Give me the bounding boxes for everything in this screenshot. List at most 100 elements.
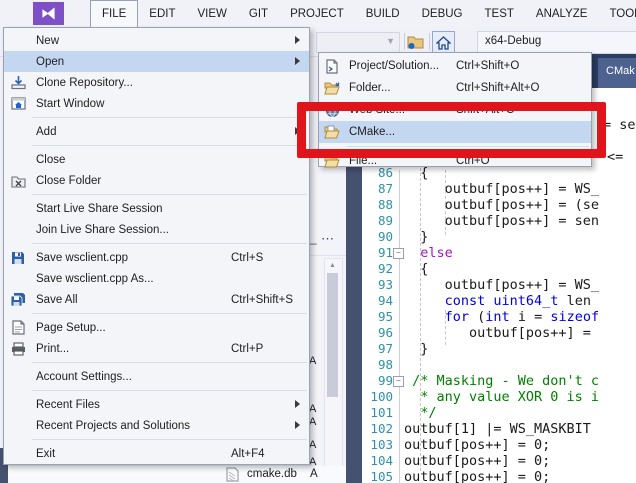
- scrollbar-thumb[interactable]: [327, 273, 338, 397]
- menu-item-account-settings[interactable]: Account Settings...: [4, 366, 309, 387]
- project-solution-icon: [319, 59, 345, 74]
- save-icon: [4, 251, 32, 265]
- code-text: outbuf[pos++] = sen: [404, 213, 599, 229]
- git-status-badge: A: [309, 403, 316, 415]
- line-number: 90: [362, 229, 393, 245]
- line-number: 98: [362, 357, 393, 373]
- menu-item-save-wsclient-cpp-as[interactable]: Save wsclient.cpp As...: [4, 268, 309, 289]
- code-line-98: 98: [362, 357, 636, 373]
- code-line-87: 87 outbuf[pos++] = WS_: [362, 181, 636, 197]
- fold-collapse-button[interactable]: −: [393, 376, 404, 387]
- code-text: /* Masking - We don't c: [404, 373, 599, 389]
- menu-item-start-window[interactable]: Start Window: [4, 93, 309, 114]
- menu-bar-item-git[interactable]: GIT: [238, 0, 279, 27]
- menu-separator: [32, 243, 307, 244]
- menu-bar-item-file[interactable]: FILE: [90, 0, 138, 27]
- menu-item-close[interactable]: Close: [4, 149, 309, 170]
- code-text: else: [404, 245, 453, 261]
- menu-bar-item-project[interactable]: PROJECT: [279, 0, 355, 27]
- menu-bar-item-debug[interactable]: DEBUG: [411, 0, 474, 27]
- menu-item-start-live-share-session[interactable]: Start Live Share Session: [4, 198, 309, 219]
- menu-item-label: Folder...: [349, 82, 391, 94]
- menu-item-save-wsclient-cpp[interactable]: Save wsclient.cppCtrl+S: [4, 247, 309, 268]
- panel-header-divider: [310, 255, 346, 256]
- menu-item-label: Recent Projects and Solutions: [36, 420, 190, 432]
- menu-bar-item-test[interactable]: TEST: [474, 0, 525, 27]
- menu-item-folder[interactable]: Folder... Ctrl+Shift+Alt+O: [319, 77, 591, 99]
- menu-item-shortcut: Ctrl+Shift+Alt+O: [456, 82, 539, 94]
- code-text: outbuf[pos++] = 0;: [404, 453, 550, 469]
- menu-item-project-solution[interactable]: Project/Solution...Ctrl+Shift+O: [319, 55, 591, 77]
- menu-item-close-folder[interactable]: Close Folder: [4, 170, 309, 191]
- home-icon: [436, 36, 451, 50]
- menu-item-print[interactable]: Print...Ctrl+P: [4, 338, 309, 359]
- page-setup-icon: [4, 320, 32, 335]
- git-status-badge: A: [309, 355, 316, 367]
- code-line-104: 104outbuf[pos++] = 0;: [362, 453, 636, 469]
- menu-item-recent-projects-and-solutions[interactable]: Recent Projects and Solutions: [4, 415, 309, 436]
- scrollbar-up-arrow-icon[interactable]: ▲: [329, 262, 336, 269]
- line-number: 93: [362, 277, 393, 293]
- visual-studio-logo-icon: [33, 2, 64, 25]
- panel-header-glyph: –: [310, 236, 317, 250]
- code-text: for (int i = sizeof: [404, 309, 599, 325]
- menu-separator: [32, 117, 307, 118]
- code-text: }: [404, 229, 428, 245]
- menu-item-label: Start Window: [36, 98, 104, 110]
- code-line-96: 96 outbuf[pos++] =: [362, 325, 636, 341]
- menu-bar-item-analyze[interactable]: ANALYZE: [525, 0, 599, 27]
- menu-item-page-setup[interactable]: Page Setup...: [4, 317, 309, 338]
- solution-explorer-scrollbar[interactable]: ▲: [324, 258, 343, 483]
- menu-bar-item-tools[interactable]: TOOLS: [598, 0, 636, 27]
- chevron-down-icon: ▼: [386, 36, 395, 46]
- partial-code-fragment: <=: [607, 149, 631, 165]
- git-status-badge: A: [309, 416, 316, 428]
- code-text: outbuf[pos++] =: [404, 325, 591, 341]
- menu-bar-item-build[interactable]: BUILD: [355, 0, 411, 27]
- configuration-dropdown[interactable]: x64-Debug: [477, 31, 636, 54]
- menu-item-new[interactable]: New: [4, 30, 309, 51]
- open-folder-toolbar-icon[interactable]: [407, 33, 425, 50]
- annotation-highlight-box: [297, 102, 606, 158]
- tree-item-cmake-db[interactable]: cmake.db A: [8, 466, 346, 483]
- submenu-arrow-icon: [295, 421, 300, 429]
- home-button[interactable]: [432, 31, 455, 54]
- print-icon: [4, 342, 32, 356]
- menu-bar-item-view[interactable]: VIEW: [187, 0, 238, 27]
- code-line-101: 101 */: [362, 405, 636, 421]
- menu-bar-item-edit[interactable]: EDIT: [138, 0, 186, 27]
- menu-item-recent-files[interactable]: Recent Files: [4, 394, 309, 415]
- tab-cmake[interactable]: CMak: [598, 58, 636, 88]
- overflow-menu-icon[interactable]: ⋯: [321, 231, 335, 247]
- partial-code-fragment: = sen: [603, 117, 636, 133]
- open-folder-icon: [319, 81, 345, 95]
- code-line-88: 88 outbuf[pos++] = (se: [362, 197, 636, 213]
- menu-item-join-live-share-session[interactable]: Join Live Share Session...: [4, 219, 309, 240]
- fold-collapse-button[interactable]: −: [393, 248, 404, 259]
- code-line-97: 97 }: [362, 341, 636, 357]
- code-line-102: 102outbuf[1] |= WS_MASKBIT: [362, 421, 636, 437]
- menu-separator: [32, 194, 307, 195]
- line-number: 95: [362, 309, 393, 325]
- code-text: outbuf[1] |= WS_MASKBIT: [404, 421, 591, 437]
- line-number: 100: [362, 389, 393, 405]
- menu-item-exit[interactable]: ExitAlt+F4: [4, 443, 309, 464]
- menu-item-save-all[interactable]: Save AllCtrl+Shift+S: [4, 289, 309, 310]
- line-number: 105: [362, 469, 393, 483]
- solution-explorer-bottom: cmake.db A: [8, 466, 346, 483]
- code-text: {: [404, 261, 428, 277]
- line-number: 92: [362, 261, 393, 277]
- code-text: }: [404, 341, 428, 357]
- toolbar-separator: [429, 33, 430, 50]
- menu-item-open[interactable]: Open: [4, 51, 309, 72]
- code-line-100: 100 * any value XOR 0 is i: [362, 389, 636, 405]
- menu-item-label: Page Setup...: [36, 322, 106, 334]
- code-text: const uint64_t len: [404, 293, 599, 309]
- toolbar-separator: [404, 33, 405, 50]
- code-line-95: 95 for (int i = sizeof: [362, 309, 636, 325]
- menu-item-clone-repository[interactable]: Clone Repository...: [4, 72, 309, 93]
- menu-bar: FILEEDITVIEWGITPROJECTBUILDDEBUGTESTANAL…: [0, 0, 636, 27]
- menu-item-add[interactable]: Add: [4, 121, 309, 142]
- disabled-combobox[interactable]: ▼: [316, 32, 400, 53]
- menu-item-label: Clone Repository...: [36, 77, 133, 89]
